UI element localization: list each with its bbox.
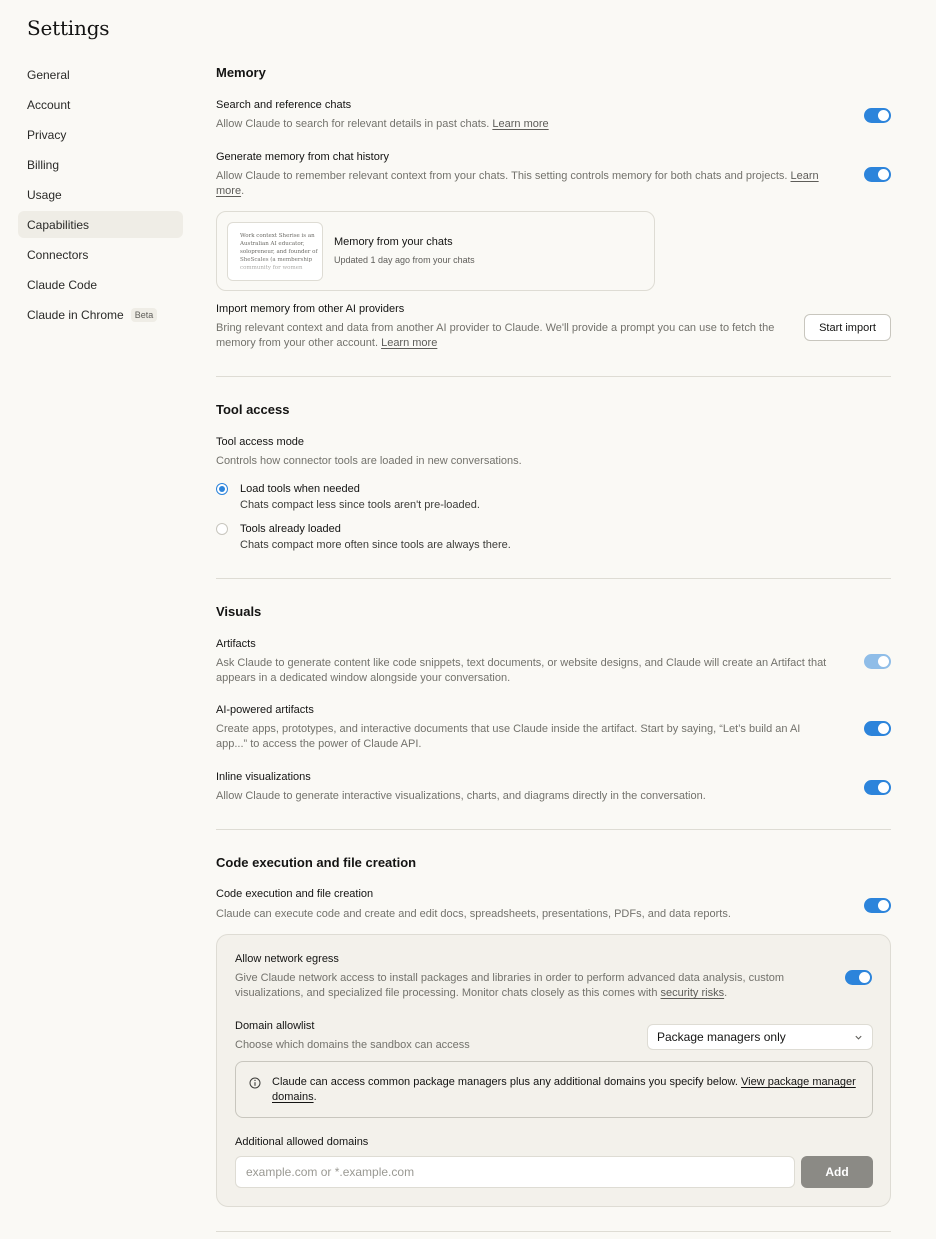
inline-viz-toggle[interactable] <box>864 780 891 795</box>
sidebar-item-label: Billing <box>27 157 60 172</box>
page-title: Settings <box>27 16 110 40</box>
sidebar-item-label: Privacy <box>27 127 67 142</box>
learn-more-link[interactable]: Learn more <box>381 337 437 349</box>
generate-memory-title: Generate memory from chat history <box>216 151 390 163</box>
learn-more-link[interactable]: Learn more <box>492 118 548 130</box>
sidebar-item-label: Claude Code <box>27 277 98 292</box>
radio-option-label[interactable]: Tools already loaded <box>240 523 341 535</box>
search-chats-title: Search and reference chats <box>216 99 352 111</box>
radio-option-label[interactable]: Load tools when needed <box>240 483 360 495</box>
sidebar-item-general[interactable]: General <box>18 61 183 88</box>
radio-tools-already-loaded[interactable] <box>216 523 228 535</box>
generate-memory-toggle[interactable] <box>864 167 891 182</box>
sidebar-item-privacy[interactable]: Privacy <box>18 121 183 148</box>
sidebar-item-account[interactable]: Account <box>18 91 183 118</box>
code-exec-settings-panel: Allow network egress Give Claude network… <box>216 934 891 1207</box>
generate-memory-desc: Allow Claude to remember relevant contex… <box>216 170 819 197</box>
memory-card-updated: Updated 1 day ago from your chats <box>334 255 475 265</box>
import-memory-desc: Bring relevant context and data from ano… <box>216 322 775 349</box>
sidebar-item-label: Account <box>27 97 71 112</box>
section-divider <box>216 376 891 377</box>
package-manager-info-box: Claude can access common package manager… <box>235 1061 873 1118</box>
memory-card[interactable]: Work context Sherise is an Australian AI… <box>216 211 655 291</box>
tool-access-mode-desc: Controls how connector tools are loaded … <box>216 455 522 467</box>
ai-artifacts-desc: Create apps, prototypes, and interactive… <box>216 723 801 750</box>
add-domain-button[interactable]: Add <box>801 1156 873 1188</box>
sidebar-item-label: Claude in Chrome <box>27 307 124 322</box>
domain-allowlist-desc: Choose which domains the sandbox can acc… <box>235 1039 470 1051</box>
ai-artifacts-title: AI-powered artifacts <box>216 704 314 716</box>
beta-badge: Beta <box>130 307 158 322</box>
memory-section-title: Memory <box>216 65 266 80</box>
sidebar-item-usage[interactable]: Usage <box>18 181 183 208</box>
artifacts-toggle[interactable] <box>864 654 891 669</box>
inline-viz-desc: Allow Claude to generate interactive vis… <box>216 790 706 802</box>
domain-allowlist-select[interactable]: Package managers only <box>647 1024 873 1050</box>
memory-card-title: Memory from your chats <box>334 236 453 248</box>
radio-option-desc: Chats compact less since tools aren't pr… <box>240 499 480 511</box>
domain-allowlist-title: Domain allowlist <box>235 1020 315 1032</box>
tool-access-mode-title: Tool access mode <box>216 436 305 448</box>
sidebar-item-label: Usage <box>27 187 62 202</box>
network-egress-desc: Give Claude network access to install pa… <box>235 972 785 999</box>
settings-sidebar: General Account Privacy Billing Usage Ca… <box>18 61 183 331</box>
section-divider <box>216 578 891 579</box>
domain-allowlist-selected: Package managers only <box>657 1030 786 1044</box>
inline-viz-title: Inline visualizations <box>216 771 311 783</box>
tool-access-section-title: Tool access <box>216 402 290 417</box>
code-exec-row-title: Code execution and file creation <box>216 888 374 900</box>
sidebar-item-billing[interactable]: Billing <box>18 151 183 178</box>
ai-artifacts-toggle[interactable] <box>864 721 891 736</box>
additional-domains-title: Additional allowed domains <box>235 1136 369 1148</box>
code-exec-row-desc: Claude can execute code and create and e… <box>216 908 731 920</box>
search-chats-desc: Allow Claude to search for relevant deta… <box>216 118 549 130</box>
sidebar-item-claude-code[interactable]: Claude Code <box>18 271 183 298</box>
security-risks-link[interactable]: security risks <box>661 987 725 999</box>
search-chats-toggle[interactable] <box>864 108 891 123</box>
memory-preview-thumbnail: Work context Sherise is an Australian AI… <box>227 222 323 281</box>
section-divider <box>216 829 891 830</box>
settings-content: Memory Search and reference chats Allow … <box>216 0 891 1239</box>
sidebar-item-claude-in-chrome[interactable]: Claude in Chrome Beta <box>18 301 183 328</box>
sidebar-item-capabilities[interactable]: Capabilities <box>18 211 183 238</box>
additional-domains-input[interactable] <box>235 1156 795 1188</box>
sidebar-item-connectors[interactable]: Connectors <box>18 241 183 268</box>
package-manager-info-text: Claude can access common package manager… <box>272 1076 856 1103</box>
code-exec-toggle[interactable] <box>864 898 891 913</box>
radio-load-tools-when-needed[interactable] <box>216 483 228 495</box>
visuals-section-title: Visuals <box>216 604 262 619</box>
section-divider <box>216 1231 891 1232</box>
artifacts-desc: Ask Claude to generate content like code… <box>216 657 827 684</box>
network-egress-toggle[interactable] <box>845 970 872 985</box>
info-icon <box>249 1077 261 1089</box>
sidebar-item-label: Capabilities <box>27 217 90 232</box>
sidebar-item-label: Connectors <box>27 247 89 262</box>
import-memory-title: Import memory from other AI providers <box>216 303 405 315</box>
artifacts-title: Artifacts <box>216 638 256 650</box>
start-import-button[interactable]: Start import <box>804 314 891 341</box>
radio-option-desc: Chats compact more often since tools are… <box>240 539 511 551</box>
code-exec-section-title: Code execution and file creation <box>216 855 417 870</box>
chevron-down-icon <box>855 1035 862 1040</box>
network-egress-title: Allow network egress <box>235 953 339 965</box>
sidebar-item-label: General <box>27 67 70 82</box>
